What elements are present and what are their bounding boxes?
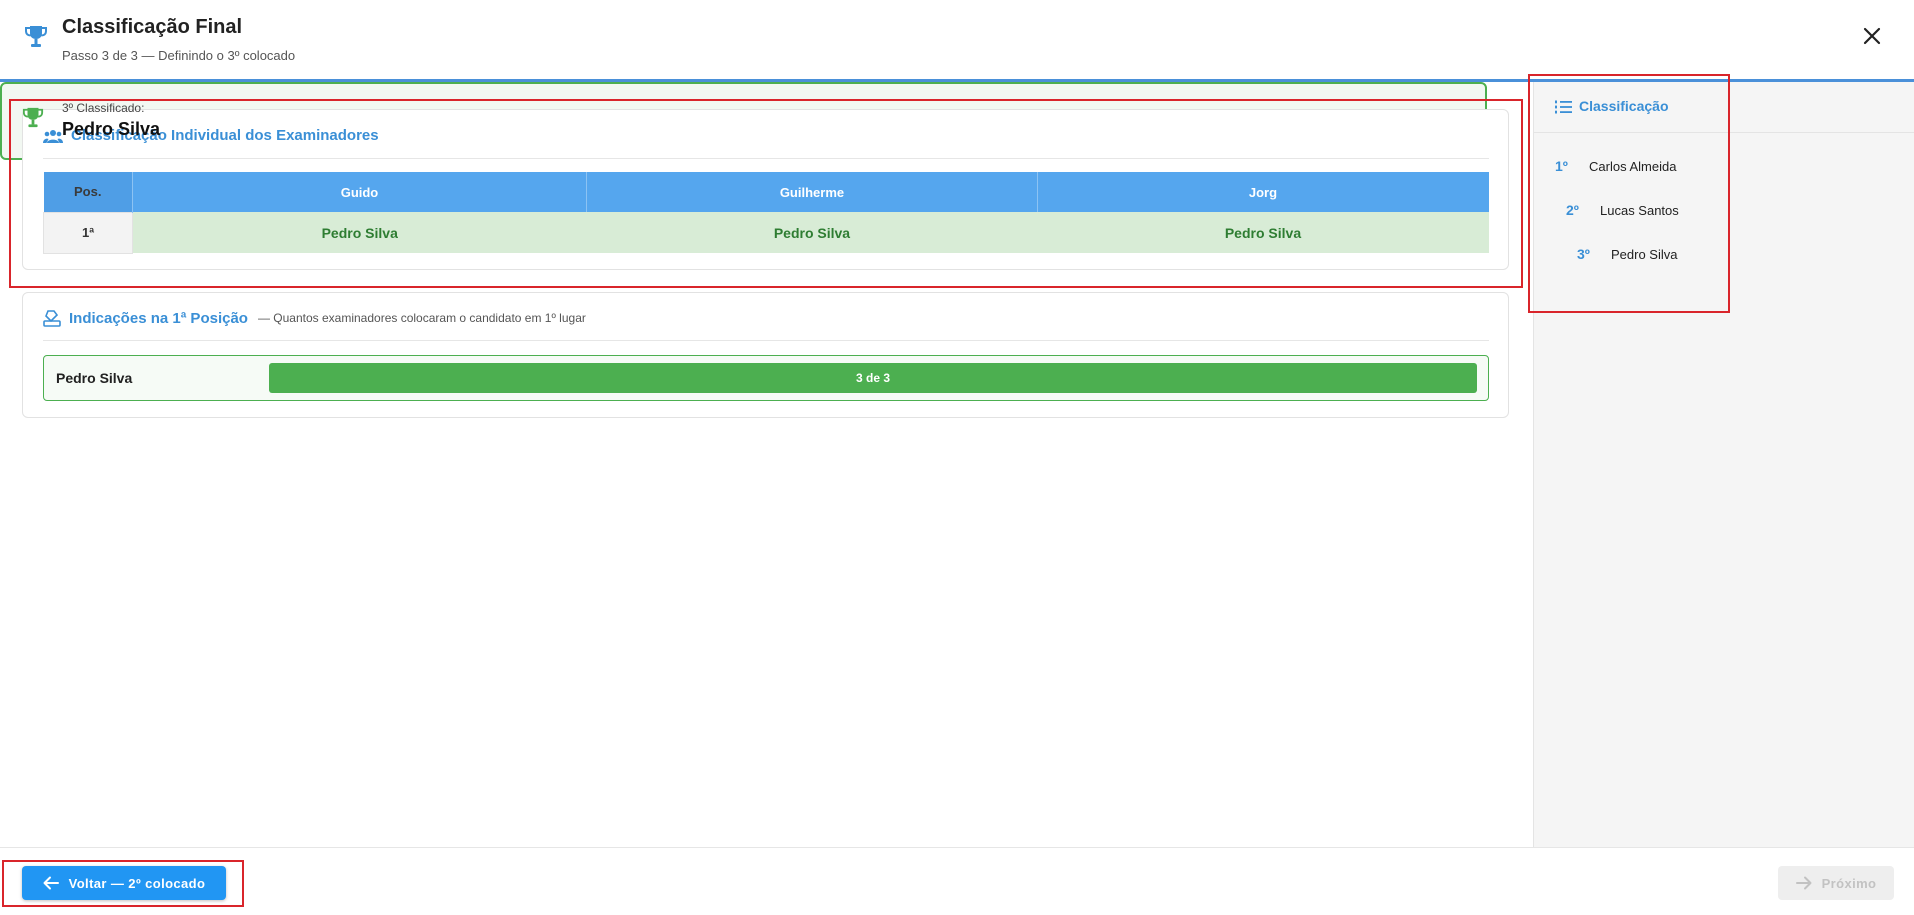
sidebar-item: 2º Lucas Santos — [1566, 202, 1679, 218]
sidebar-item-rank: 3º — [1577, 246, 1590, 262]
dialog-subtitle: Passo 3 de 3 — Definindo o 3º colocado — [62, 48, 296, 63]
indication-count: 3 de 3 — [855, 371, 891, 385]
sidebar-item: 3º Pedro Silva — [1577, 246, 1677, 262]
close-icon[interactable] — [1858, 22, 1886, 50]
first-place-indications-card: Indicações na 1ª Posição — Quantos exami… — [22, 292, 1509, 418]
classification-sidebar: Classificação 1º Carlos Almeida 2º Lucas… — [1533, 82, 1914, 847]
table-row: 1ª Pedro Silva Pedro Silva Pedro Silva — [43, 211, 1489, 254]
main-content: Classificação Individual dos Examinadore… — [0, 82, 1533, 847]
sidebar-item: 1º Carlos Almeida — [1555, 158, 1676, 174]
sidebar-item-name: Lucas Santos — [1600, 202, 1679, 218]
examiner-ranking-table: Pos. Guido Guilherme Jorg 1ª Pedro Silva… — [43, 172, 1489, 254]
col-header-examiner: Guilherme — [586, 172, 1038, 212]
indications-title: Indicações na 1ª Posição — Quantos exami… — [43, 309, 586, 327]
result-label: 3º Classificado: — [62, 101, 145, 115]
individual-ranking-card: Classificação Individual dos Examinadore… — [22, 109, 1509, 270]
indications-hint: — Quantos examinadores colocaram o candi… — [257, 311, 586, 325]
table-cell-pick: Pedro Silva — [1037, 212, 1489, 253]
numbered-list-icon — [1555, 100, 1572, 114]
col-header-examiner: Jorg — [1037, 172, 1489, 212]
indication-row: Pedro Silva 3 de 3 — [43, 355, 1489, 401]
arrow-right-icon — [1795, 876, 1812, 890]
col-header-examiner: Guido — [132, 172, 587, 212]
indication-bar: 3 de 3 — [269, 363, 1477, 393]
app-root: Classificação Final Passo 3 de 3 — Defin… — [0, 0, 1914, 915]
back-button[interactable]: Voltar — 2º colocado — [22, 866, 226, 900]
result-name: Pedro Silva — [62, 119, 161, 139]
vote-icon — [43, 310, 61, 327]
next-button[interactable]: Próximo — [1778, 866, 1894, 900]
back-button-label: Voltar — 2º colocado — [68, 875, 206, 891]
group-icon — [43, 129, 63, 143]
table-header-row: Pos. Guido Guilherme Jorg — [43, 172, 1489, 212]
divider — [43, 158, 1489, 159]
arrow-left-icon — [43, 876, 59, 890]
dialog-header: Classificação Final Passo 3 de 3 — Defin… — [0, 0, 1914, 82]
table-cell-pick: Pedro Silva — [132, 212, 587, 253]
sidebar-header: Classificação — [1534, 82, 1914, 133]
sidebar-item-name: Pedro Silva — [1611, 246, 1678, 262]
trophy-icon — [25, 26, 47, 47]
sidebar-item-rank: 1º — [1555, 158, 1568, 174]
indications-title-text: Indicações na 1ª Posição — [69, 309, 248, 327]
divider — [43, 340, 1489, 341]
dialog-title: Classificação Final — [62, 16, 243, 38]
trophy-icon — [22, 107, 44, 128]
table-cell-position: 1ª — [43, 211, 133, 254]
sidebar-title: Classificação — [1579, 98, 1669, 114]
dialog-footer: Voltar — 2º colocado Próximo — [0, 847, 1914, 915]
next-button-label: Próximo — [1821, 875, 1877, 891]
sidebar-item-name: Carlos Almeida — [1589, 158, 1677, 174]
sidebar-item-rank: 2º — [1566, 202, 1579, 218]
candidate-name: Pedro Silva — [56, 370, 133, 386]
col-header-position: Pos. — [43, 172, 133, 212]
table-cell-pick: Pedro Silva — [586, 212, 1038, 253]
